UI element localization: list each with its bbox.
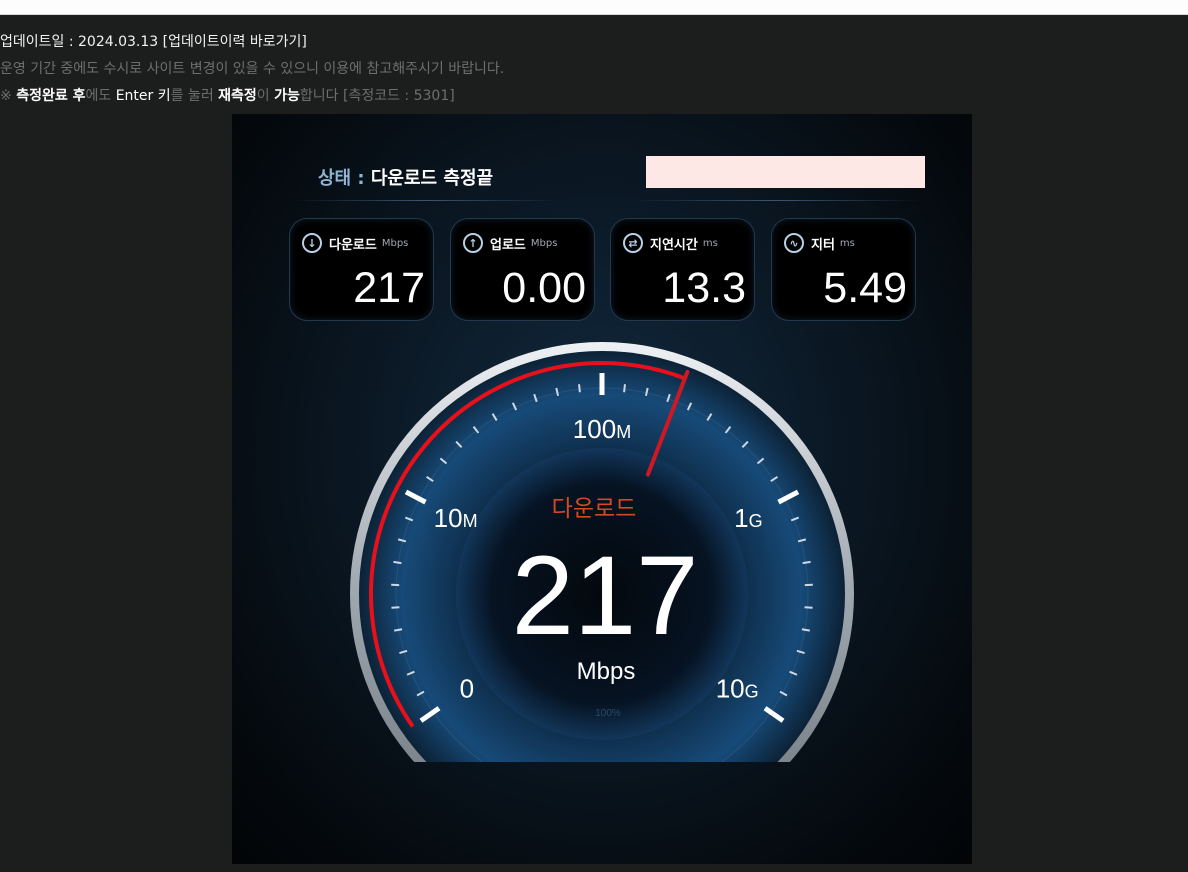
- minor-tick: [623, 384, 626, 393]
- speedtest-panel: 상태 : 다운로드 측정끝 ↓ 다운로드 Mbps 217 ↑ 업로드 Mbps 0.0…: [232, 114, 972, 864]
- minor-tick: [801, 628, 810, 632]
- minor-tick: [804, 606, 813, 609]
- minor-tick: [394, 628, 403, 632]
- scale-label-0: 0: [460, 674, 474, 704]
- update-notice[interactable]: 업데이트일 : 2024.03.13 [업데이트이력 바로가기]: [0, 31, 307, 51]
- gauge-progress-text: 100%: [595, 708, 621, 719]
- minor-tick: [802, 560, 811, 565]
- remeasure-notice: ※ 측정완료 후에도 Enter 키를 눌러 재측정이 가능합니다 [측정코드 …: [0, 88, 455, 104]
- gauge-mode-label: 다운로드: [552, 496, 637, 522]
- minor-tick: [578, 384, 581, 393]
- minor-tick: [391, 606, 400, 609]
- gauge-speed-unit: Mbps: [577, 658, 636, 685]
- browser-top-strip: [0, 0, 1188, 15]
- operation-notice: 운영 기간 중에도 수시로 사이트 변경이 있을 수 있으니 이용에 참고해주시…: [0, 61, 505, 77]
- speed-gauge: 0 10M 100M 1G 10G 다운로드 217 Mbps 100%: [350, 342, 854, 762]
- minor-tick: [393, 560, 402, 565]
- gauge-speed-value: 217: [512, 533, 699, 658]
